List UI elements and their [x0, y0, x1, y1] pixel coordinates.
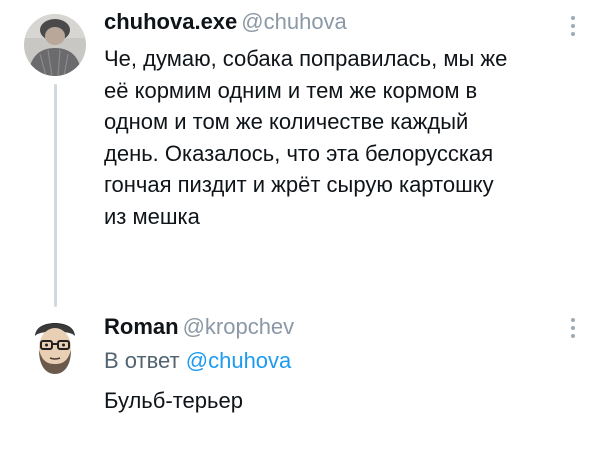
profile-photo-icon — [24, 314, 86, 376]
more-options-icon[interactable] — [570, 318, 576, 338]
reply-mention-link[interactable]: @chuhova — [186, 348, 292, 373]
user-handle[interactable]: @kropchev — [183, 314, 295, 339]
display-name[interactable]: Roman — [104, 314, 179, 339]
reply-context: В ответ @chuhova — [104, 348, 291, 374]
tweet-2[interactable]: Roman @kropchev В ответ @chuhova Бульб-те… — [0, 0, 604, 462]
tweet-header: Roman @kropchev — [104, 314, 294, 340]
reply-prefix: В ответ — [104, 348, 180, 373]
avatar[interactable] — [24, 314, 86, 376]
tweet-text: Бульб-терьер — [104, 388, 243, 413]
